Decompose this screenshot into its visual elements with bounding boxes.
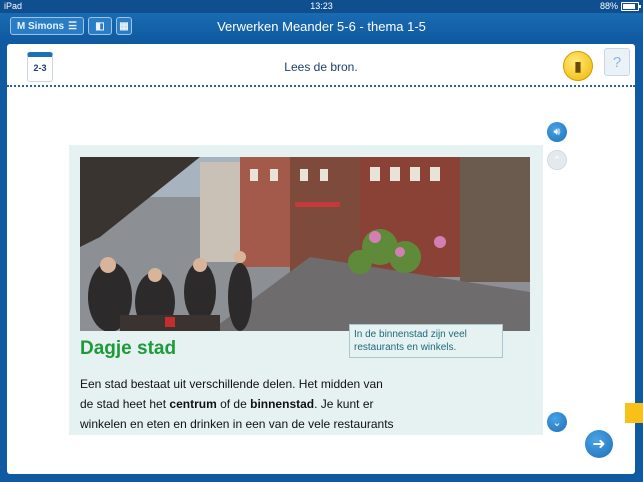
status-bar: iPad 13:23 88% (0, 0, 643, 13)
term-binnenstad: binnenstad (250, 397, 315, 411)
chevron-down-icon: ⌄ (552, 416, 562, 429)
source-panel: In de binnenstad zijn veel restaurants e… (69, 145, 543, 435)
lightbulb-icon: ▮ (574, 57, 582, 74)
lesson-card: 2-3 Lees de bron. ▮ ? 🔊︎ ⌃ In de binnens… (7, 44, 635, 474)
scroll-down-button[interactable]: ⌄ (547, 412, 567, 432)
clock: 13:23 (310, 1, 333, 11)
body-line: Een stad bestaat uit verschillende delen… (80, 377, 383, 391)
photo-caption: In de binnenstad zijn veel restaurants e… (349, 324, 503, 358)
arrow-right-icon: ➜ (592, 436, 606, 453)
side-note-tab[interactable] (625, 403, 643, 423)
battery-icon (621, 2, 641, 11)
speaker-icon: 🔊︎ (553, 125, 561, 138)
app-bar: M Simons ☰ ◧ ▦ Verwerken Meander 5-6 - t… (0, 13, 643, 41)
next-button[interactable]: ➜ (585, 430, 613, 458)
source-heading: Dagje stad (80, 338, 177, 359)
page-title: Verwerken Meander 5-6 - thema 1-5 (217, 19, 426, 34)
body-line: winkelen en eten en drinken in een van d… (80, 417, 394, 431)
chevron-up-icon: ⌃ (552, 154, 562, 167)
help-button[interactable]: ? (604, 48, 630, 76)
battery-status: 88% (599, 0, 641, 13)
scroll-up-button[interactable]: ⌃ (547, 150, 567, 170)
hint-button[interactable]: ▮ (563, 51, 593, 81)
street-scene-image (80, 157, 530, 331)
body-line: de stad heet het centrum of de binnensta… (80, 397, 374, 411)
source-body: Een stad bestaat uit verschillende delen… (80, 374, 430, 434)
help-icon: ? (612, 53, 622, 71)
battery-percent: 88% (599, 1, 618, 11)
term-centrum: centrum (169, 397, 217, 411)
street-photo (80, 157, 530, 331)
sound-button[interactable]: 🔊︎ (547, 122, 567, 142)
instruction-text: Lees de bron. (284, 60, 358, 74)
dotted-divider (7, 85, 635, 87)
